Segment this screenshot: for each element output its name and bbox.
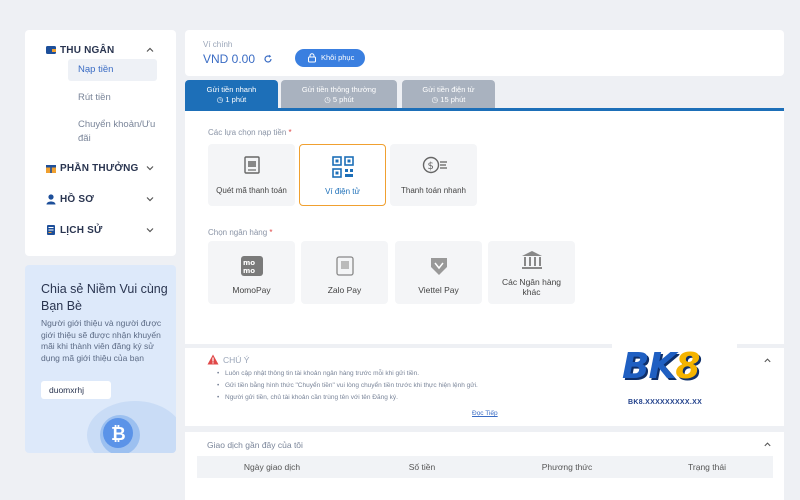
bank-label: Các Ngân hàng khác — [501, 277, 562, 297]
sidebar-item-withdraw[interactable]: Rút tiền — [68, 91, 157, 105]
svg-text:mo: mo — [243, 267, 255, 275]
sidebar-section-label: PHẦN THƯỞNG — [60, 162, 139, 174]
user-icon — [46, 194, 56, 205]
deposit-options-label: Các lựa chọn nạp tiền * — [208, 128, 292, 137]
warning-icon — [207, 354, 219, 365]
document-icon — [47, 225, 55, 235]
promo-title: Chia sẻ Niềm Vui cùng Bạn Bè — [41, 282, 168, 313]
wallet-icon — [46, 46, 56, 54]
wallet-balance: VND 0.00 — [203, 52, 256, 66]
zalopay-logo-icon — [335, 256, 354, 276]
history-title: Giao dịch gần đây của tôi — [207, 440, 303, 450]
qr-code-icon — [331, 156, 354, 178]
gift-icon — [46, 165, 56, 173]
tab-time: ◷ 1 phút — [216, 95, 247, 104]
brand-logo: BK8 BK8.XXXXXXXXX.XX — [612, 343, 737, 421]
sidebar-section-history[interactable]: LỊCH SỬ — [25, 223, 176, 237]
coin-transfer-icon: $ — [422, 156, 447, 174]
svg-text:mo: mo — [243, 259, 255, 267]
referral-code[interactable]: duomxrhj — [41, 381, 111, 399]
bank-label: Zalo Pay — [327, 285, 362, 295]
sidebar-section-rewards[interactable]: PHẦN THƯỞNG — [25, 161, 176, 175]
sidebar-section-cashier[interactable]: THU NGÂN — [25, 43, 176, 57]
bank-zalopay[interactable]: Zalo Pay — [301, 241, 388, 304]
tab-title: Gửi tiền nhanh — [206, 85, 257, 94]
restore-button[interactable]: Khôi phục — [295, 49, 365, 67]
chevron-up-icon[interactable] — [145, 45, 155, 55]
lock-icon — [308, 53, 316, 63]
refresh-icon[interactable] — [263, 54, 273, 64]
chevron-down-icon[interactable] — [145, 163, 155, 173]
notice-line: Luôn cập nhật thông tin tài khoản ngân h… — [217, 370, 419, 377]
sidebar-section-label: THU NGÂN — [60, 44, 115, 56]
column-method: Phương thức — [541, 462, 593, 472]
sidebar: THU NGÂN Nạp tiền Rút tiền Chuyển khoản/… — [25, 30, 176, 256]
bank-label: Viettel Pay — [418, 285, 459, 295]
tab-normal-deposit[interactable]: Gửi tiền thông thường ◷ 5 phút — [281, 80, 397, 109]
wallet-bar: Ví chính VND 0.00 Khôi phục — [185, 30, 784, 76]
tab-crypto-deposit[interactable]: Gửi tiền điện tử ◷ 15 phút — [402, 80, 495, 109]
sidebar-section-label: HỒ SƠ — [60, 193, 94, 205]
tab-fast-deposit[interactable]: Gửi tiền nhanh ◷ 1 phút — [185, 80, 278, 109]
momo-logo-icon: momo — [240, 256, 263, 276]
bank-select-label: Chọn ngân hàng * — [208, 228, 273, 237]
sidebar-section-label: LỊCH SỬ — [60, 224, 103, 236]
chevron-down-icon[interactable] — [145, 194, 155, 204]
notice-title: CHÚ Ý — [223, 355, 250, 365]
option-quick-pay[interactable]: $ Thanh toán nhanh — [390, 144, 477, 206]
viettelpay-logo-icon — [430, 258, 447, 275]
brand-logo-subtext: BK8.XXXXXXXXX.XX — [628, 399, 703, 406]
tab-time: ◷ 15 phút — [431, 95, 466, 104]
restore-button-label: Khôi phục — [321, 53, 355, 62]
history-table-header: Ngày giao dịch Số tiền Phương thức Trạng… — [197, 456, 773, 478]
sidebar-section-profile[interactable]: HỒ SƠ — [25, 192, 176, 206]
tab-time: ◷ 5 phút — [324, 95, 354, 104]
column-amount: Số tiền — [408, 462, 436, 472]
wallet-label: Ví chính — [203, 40, 233, 49]
referral-promo-card: ₿ Chia sẻ Niềm Vui cùng Bạn Bè Người giớ… — [25, 265, 176, 453]
option-label: Thanh toán nhanh — [401, 186, 466, 195]
chevron-up-icon[interactable] — [763, 440, 772, 449]
sidebar-item-deposit[interactable]: Nạp tiền — [68, 59, 157, 81]
option-label: Ví điện tử — [325, 187, 360, 196]
scan-receipt-icon — [243, 156, 260, 174]
recent-transactions: Giao dịch gần đây của tôi Ngày giao dịch… — [185, 432, 784, 500]
option-scan-qr[interactable]: Quét mã thanh toán — [208, 144, 295, 206]
tab-title: Gửi tiền điện tử — [422, 85, 475, 94]
read-more-link[interactable]: Đọc Tiếp — [472, 410, 498, 417]
svg-text:$: $ — [427, 161, 433, 172]
option-label: Quét mã thanh toán — [216, 186, 287, 195]
column-date: Ngày giao dịch — [243, 462, 301, 472]
notice-line: Người gửi tiền, chủ tài khoản cần trùng … — [217, 394, 398, 401]
bank-building-icon — [521, 251, 542, 269]
notice-line: Gửi tiền bằng hình thức "Chuyển tiền" vu… — [217, 382, 478, 389]
bank-viettelpay[interactable]: Viettel Pay — [395, 241, 482, 304]
bank-other-banks[interactable]: Các Ngân hàng khác — [488, 241, 575, 304]
brand-logo-text: BK8 — [622, 346, 700, 387]
tab-title: Gửi tiền thông thường — [301, 85, 377, 94]
column-status: Trạng thái — [688, 462, 726, 472]
bank-label: MomoPay — [232, 285, 271, 295]
sidebar-item-transfer[interactable]: Chuyển khoản/Ưu đãi — [68, 118, 157, 146]
promo-description: Người giới thiệu và người được giới thiệ… — [41, 318, 162, 363]
option-e-wallet[interactable]: Ví điện tử — [299, 144, 386, 206]
bank-momopay[interactable]: mo mo MomoPay — [208, 241, 295, 304]
deposit-panel: Các lựa chọn nạp tiền * Quét mã thanh to… — [185, 111, 784, 344]
chevron-up-icon[interactable] — [763, 356, 772, 365]
svg-text:₿: ₿ — [111, 424, 126, 445]
chevron-down-icon[interactable] — [145, 225, 155, 235]
